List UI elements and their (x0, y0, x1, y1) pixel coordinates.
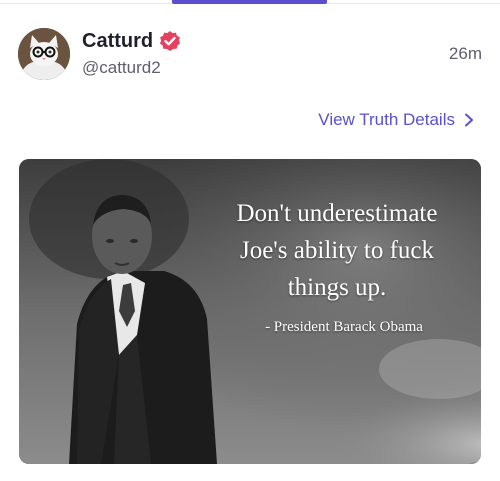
author-display-name[interactable]: Catturd (82, 30, 153, 53)
quote-line: things up. (287, 274, 387, 301)
chevron-right-icon (465, 113, 473, 127)
author-name-row: Catturd (82, 28, 181, 54)
author-handle[interactable]: @catturd2 (82, 58, 181, 78)
view-truth-details-link[interactable]: View Truth Details (318, 110, 474, 130)
post-media-image[interactable]: Don't underestimate Joe's ability to fuc… (19, 159, 481, 464)
active-tab-indicator (172, 0, 327, 4)
avatar[interactable] (18, 28, 70, 80)
post-header: Catturd @catturd2 26m (18, 28, 482, 84)
author-identity: Catturd @catturd2 (82, 28, 181, 78)
quote-line: Don't underestimate (236, 200, 438, 227)
details-link-label: View Truth Details (318, 110, 455, 129)
meme-attribution: - President Barack Obama (265, 319, 423, 335)
post-timestamp: 26m (448, 44, 482, 63)
meme-quote-text: Don't underestimate Joe's ability to fuc… (192, 195, 481, 306)
quote-line: Joe's ability to fuck (239, 237, 435, 264)
verified-badge-icon (159, 30, 181, 52)
